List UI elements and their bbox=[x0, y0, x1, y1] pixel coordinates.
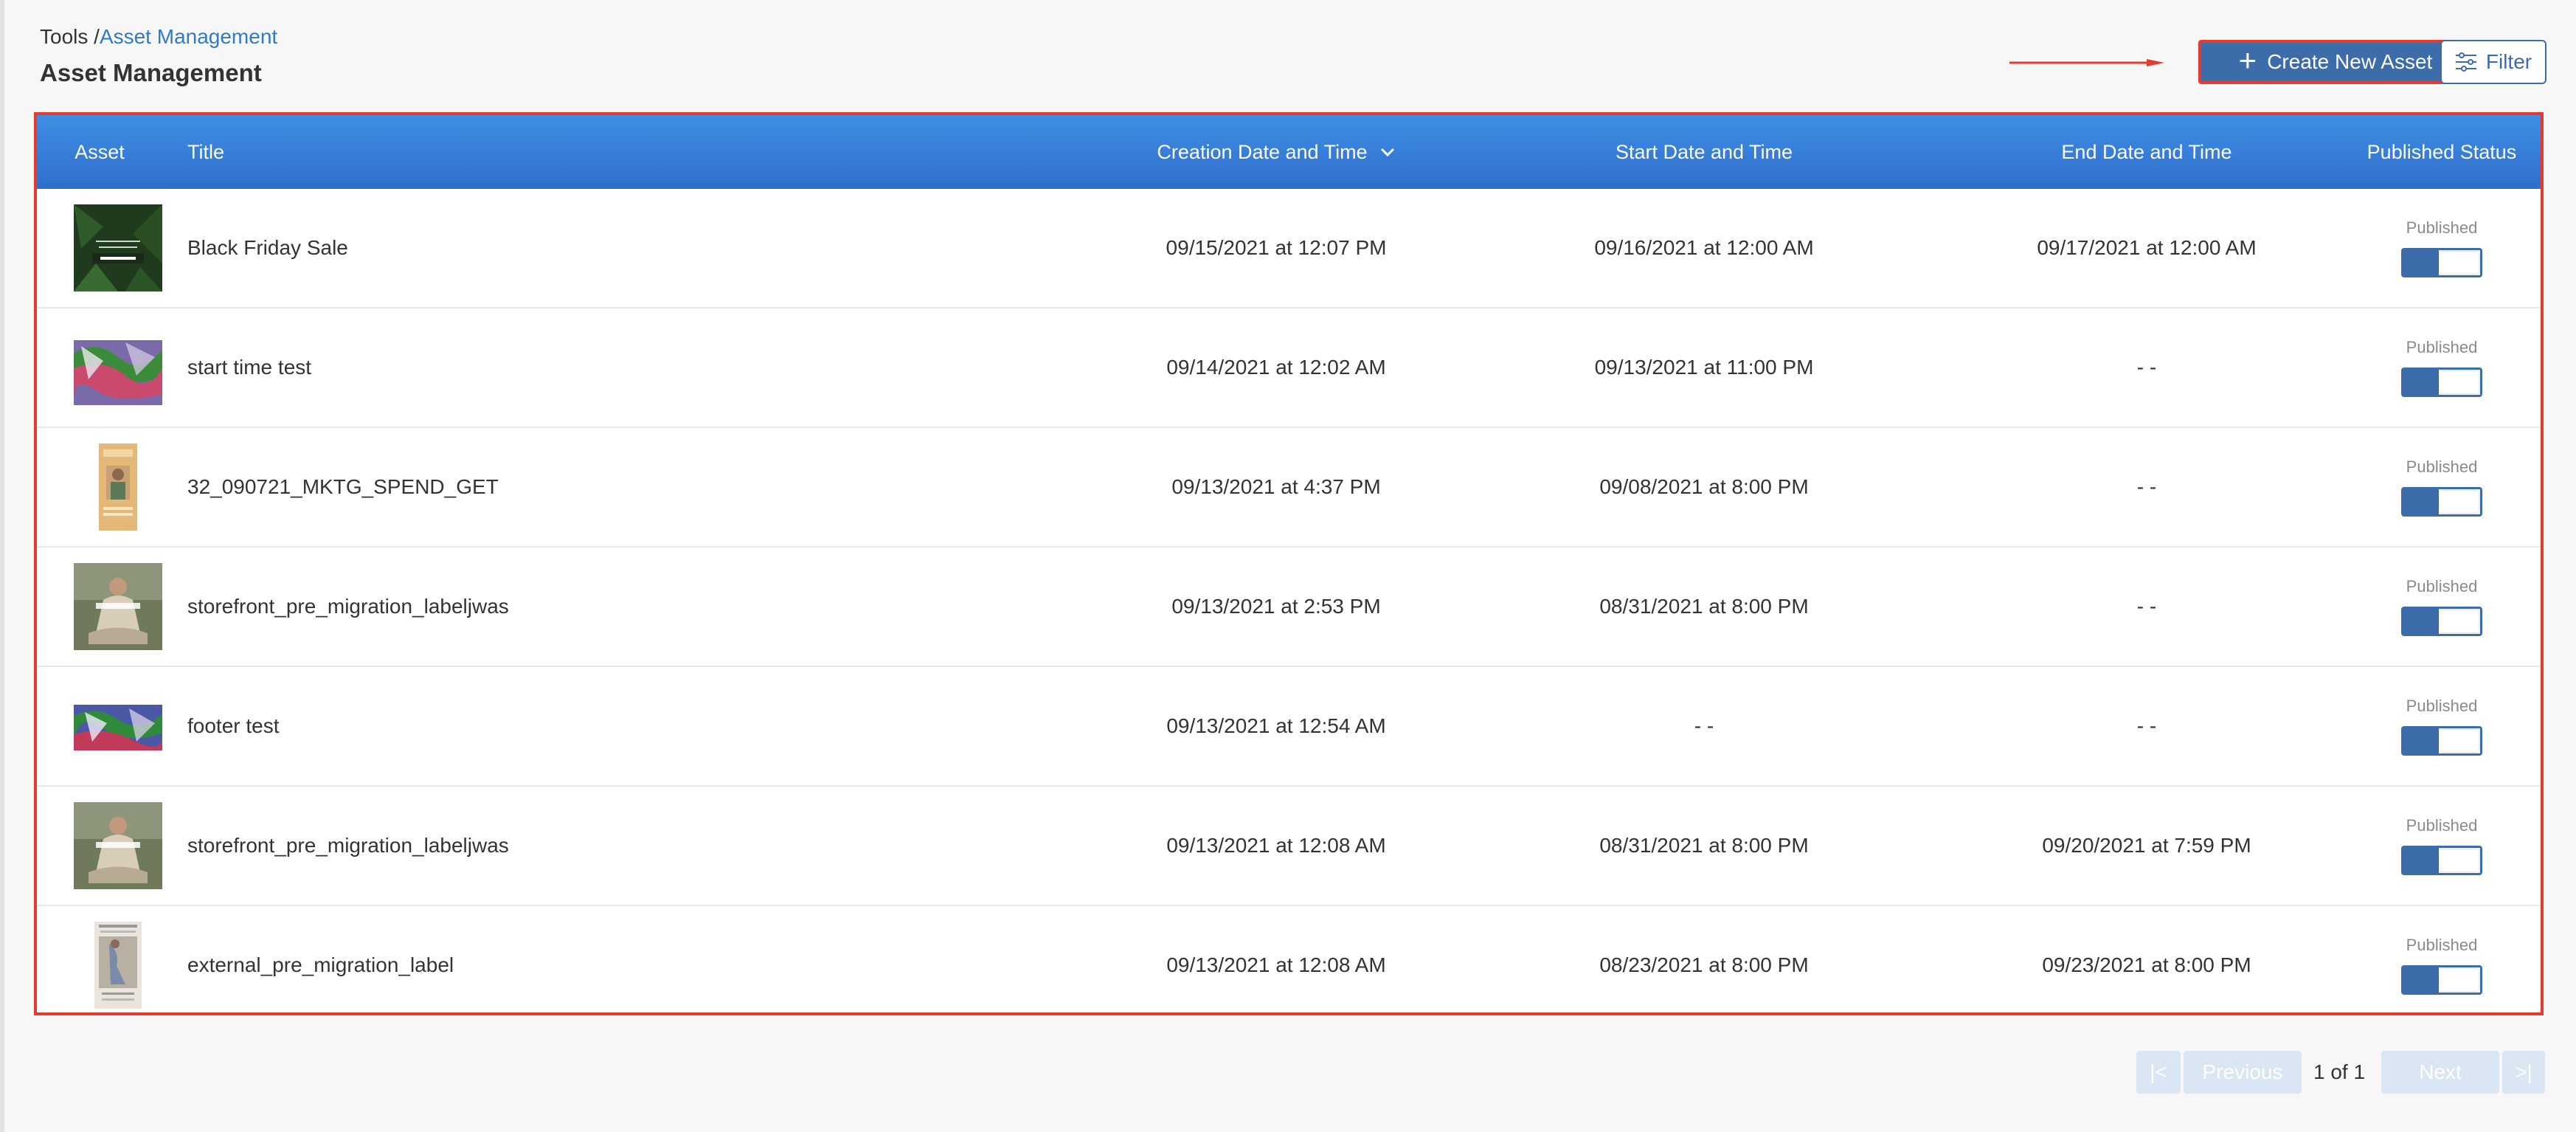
asset-title[interactable]: storefront_pre_migration_labeljwas bbox=[187, 548, 509, 666]
next-page-button[interactable]: Next bbox=[2381, 1051, 2499, 1094]
asset-thumbnail[interactable] bbox=[74, 683, 162, 770]
end-date: - - bbox=[2136, 714, 2157, 737]
asset-thumbnail[interactable] bbox=[74, 922, 162, 1009]
start-date: 08/23/2021 at 8:00 PM bbox=[1599, 953, 1809, 976]
table-row[interactable]: start time test 09/14/2021 at 12:02 AM 0… bbox=[37, 308, 2541, 428]
table-row[interactable]: footer test 09/13/2021 at 12:54 AM - - -… bbox=[37, 667, 2541, 787]
column-header-title: Title bbox=[187, 140, 225, 163]
published-toggle[interactable] bbox=[2401, 248, 2482, 277]
published-status: Published bbox=[2346, 189, 2538, 307]
published-status: Published bbox=[2346, 787, 2538, 905]
asset-title[interactable]: external_pre_migration_label bbox=[187, 906, 454, 1024]
start-date: 08/31/2021 at 8:00 PM bbox=[1599, 834, 1809, 857]
asset-thumbnail[interactable] bbox=[74, 324, 162, 411]
published-toggle[interactable] bbox=[2401, 726, 2482, 756]
arrow-annotation-icon bbox=[2009, 59, 2164, 66]
creation-date: 09/15/2021 at 12:07 PM bbox=[1166, 236, 1387, 259]
published-status-label: Published bbox=[2406, 936, 2478, 954]
asset-thumbnail[interactable] bbox=[74, 444, 162, 531]
table-body: Black Friday Sale 09/15/2021 at 12:07 PM… bbox=[37, 189, 2541, 1024]
create-new-asset-button[interactable]: + Create New Asset bbox=[2198, 40, 2473, 84]
breadcrumb-root: Tools / bbox=[40, 25, 100, 48]
creation-date: 09/14/2021 at 12:02 AM bbox=[1166, 356, 1386, 379]
table-row[interactable]: Black Friday Sale 09/15/2021 at 12:07 PM… bbox=[37, 189, 2541, 308]
end-date: - - bbox=[2136, 356, 2157, 379]
creation-date: 09/13/2021 at 4:37 PM bbox=[1171, 475, 1381, 498]
table-row[interactable]: storefront_pre_migration_labeljwas 09/13… bbox=[37, 548, 2541, 667]
end-date: 09/23/2021 at 8:00 PM bbox=[2042, 953, 2251, 976]
published-toggle[interactable] bbox=[2401, 487, 2482, 517]
published-status-label: Published bbox=[2406, 816, 2478, 835]
table-row[interactable]: storefront_pre_migration_labeljwas 09/13… bbox=[37, 787, 2541, 906]
published-status-label: Published bbox=[2406, 458, 2478, 476]
last-page-button[interactable]: >| bbox=[2502, 1051, 2545, 1094]
end-date: - - bbox=[2136, 595, 2157, 618]
start-date: - - bbox=[1694, 714, 1714, 737]
page-title: Asset Management bbox=[40, 59, 262, 86]
plus-icon: + bbox=[2238, 43, 2257, 77]
asset-title[interactable]: Black Friday Sale bbox=[187, 189, 348, 307]
breadcrumb-current-link[interactable]: Asset Management bbox=[100, 25, 277, 48]
creation-date: 09/13/2021 at 12:54 AM bbox=[1166, 714, 1386, 737]
end-date: 09/20/2021 at 7:59 PM bbox=[2042, 834, 2251, 857]
published-status: Published bbox=[2346, 428, 2538, 546]
published-status-label: Published bbox=[2406, 218, 2478, 237]
published-status-label: Published bbox=[2406, 338, 2478, 356]
asset-thumbnail[interactable] bbox=[74, 802, 162, 889]
first-page-button[interactable]: |< bbox=[2136, 1051, 2181, 1094]
asset-title[interactable]: start time test bbox=[187, 308, 311, 427]
asset-title[interactable]: storefront_pre_migration_labeljwas bbox=[187, 787, 509, 905]
chevron-down-icon[interactable] bbox=[1379, 147, 1396, 157]
column-header-end: End Date and Time bbox=[2061, 140, 2232, 163]
published-toggle[interactable] bbox=[2401, 367, 2482, 397]
published-status: Published bbox=[2346, 667, 2538, 785]
asset-title[interactable]: 32_090721_MKTG_SPEND_GET bbox=[187, 428, 499, 546]
table-row[interactable]: 32_090721_MKTG_SPEND_GET 09/13/2021 at 4… bbox=[37, 428, 2541, 548]
published-status-label: Published bbox=[2406, 577, 2478, 596]
creation-date: 09/13/2021 at 12:08 AM bbox=[1166, 953, 1386, 976]
published-toggle[interactable] bbox=[2401, 846, 2482, 875]
asset-title[interactable]: footer test bbox=[187, 667, 280, 785]
sliders-icon bbox=[2455, 52, 2476, 72]
filter-button[interactable]: Filter bbox=[2440, 40, 2546, 84]
start-date: 09/16/2021 at 12:00 AM bbox=[1594, 236, 1814, 259]
column-header-creation-label: Creation Date and Time bbox=[1157, 140, 1368, 163]
table-row[interactable]: external_pre_migration_label 09/13/2021 … bbox=[37, 906, 2541, 1024]
published-toggle[interactable] bbox=[2401, 607, 2482, 636]
asset-thumbnail[interactable] bbox=[74, 204, 162, 291]
published-status: Published bbox=[2346, 308, 2538, 427]
create-new-asset-label: Create New Asset bbox=[2267, 50, 2433, 73]
start-date: 08/31/2021 at 8:00 PM bbox=[1599, 595, 1809, 618]
column-header-asset: Asset bbox=[75, 140, 125, 163]
published-status-label: Published bbox=[2406, 697, 2478, 715]
page-info: 1 of 1 bbox=[2313, 1060, 2366, 1083]
left-edge-divider bbox=[0, 0, 4, 1132]
start-date: 09/13/2021 at 11:00 PM bbox=[1594, 356, 1814, 379]
column-header-status: Published Status bbox=[2366, 140, 2517, 163]
breadcrumb: Tools /Asset Management bbox=[40, 25, 277, 49]
filter-label: Filter bbox=[2485, 50, 2532, 73]
table-header: Asset Title Creation Date and Time Start… bbox=[37, 115, 2541, 189]
creation-date: 09/13/2021 at 2:53 PM bbox=[1171, 595, 1381, 618]
creation-date: 09/13/2021 at 12:08 AM bbox=[1166, 834, 1386, 857]
end-date: 09/17/2021 at 12:00 AM bbox=[2037, 236, 2257, 259]
asset-table: Asset Title Creation Date and Time Start… bbox=[34, 112, 2544, 1015]
published-toggle[interactable] bbox=[2401, 965, 2482, 995]
end-date: - - bbox=[2136, 475, 2157, 498]
column-header-start: Start Date and Time bbox=[1615, 140, 1793, 163]
previous-page-button[interactable]: Previous bbox=[2184, 1051, 2302, 1094]
published-status: Published bbox=[2346, 548, 2538, 666]
asset-thumbnail[interactable] bbox=[74, 563, 162, 650]
published-status: Published bbox=[2346, 906, 2538, 1024]
column-header-creation[interactable]: Creation Date and Time bbox=[1084, 115, 1468, 189]
start-date: 09/08/2021 at 8:00 PM bbox=[1599, 475, 1809, 498]
